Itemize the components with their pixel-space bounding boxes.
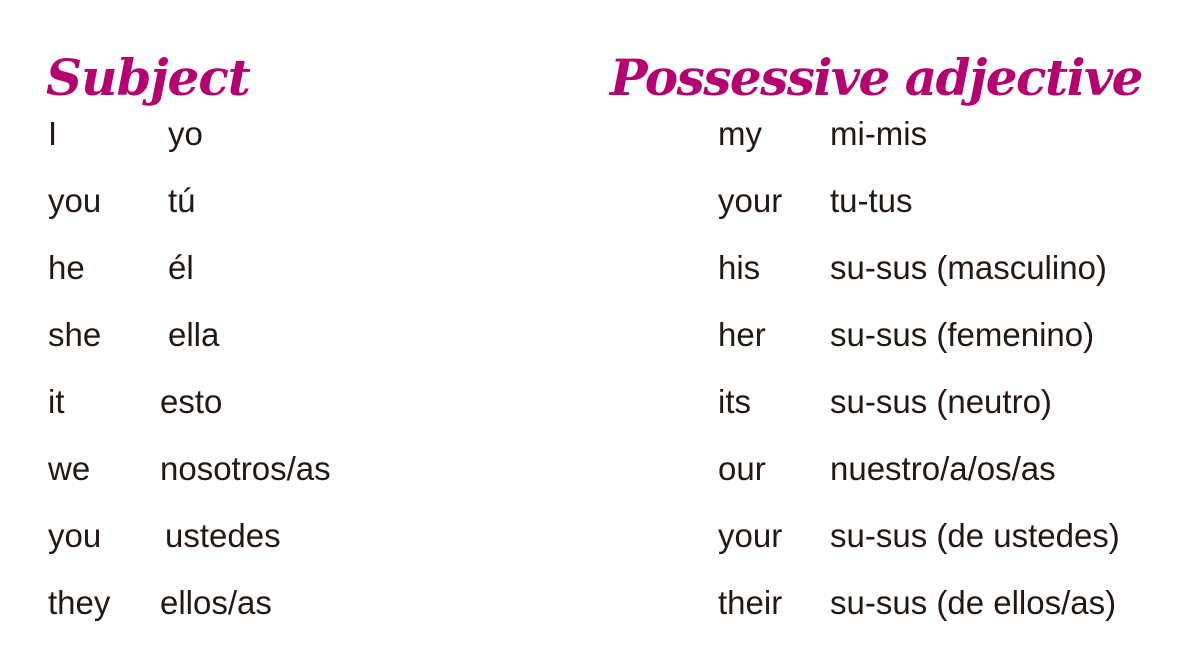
english-possessive: her — [718, 316, 766, 353]
english-possessive: its — [718, 383, 751, 420]
english-pronoun: he — [48, 249, 85, 286]
english-pronoun: we — [48, 450, 91, 487]
spanish-pronoun: yo — [168, 115, 203, 152]
english-pronoun: they — [48, 584, 111, 621]
english-possessive: my — [718, 115, 762, 152]
possessive-adjective-heading: Possessive adjective — [610, 48, 1143, 107]
spanish-possessive: su-sus (femenino) — [830, 316, 1095, 353]
spanish-possessive: nuestro/a/os/as — [830, 450, 1056, 487]
english-possessive: their — [718, 584, 783, 621]
spanish-pronoun: ella — [168, 316, 220, 353]
subject-heading: Subject — [46, 48, 251, 107]
english-possessive: his — [718, 249, 761, 286]
english-possessive: your — [718, 517, 783, 554]
spanish-pronoun: él — [168, 249, 194, 286]
spanish-pronoun: ustedes — [165, 517, 281, 554]
spanish-pronoun: tú — [168, 182, 196, 219]
spanish-pronoun: ellos/as — [160, 584, 272, 621]
spanish-possessive: su-sus (neutro) — [830, 383, 1052, 420]
english-pronoun: you — [48, 517, 102, 554]
english-possessive: our — [718, 450, 766, 487]
spanish-pronoun: nosotros/as — [160, 450, 331, 487]
english-pronoun: you — [48, 182, 102, 219]
spanish-possessive: mi-mis — [830, 115, 928, 152]
english-pronoun: she — [48, 316, 102, 353]
english-pronoun: it — [48, 383, 65, 420]
spanish-possessive: su-sus (de ustedes) — [830, 517, 1120, 554]
spanish-possessive: tu-tus — [830, 182, 913, 219]
spanish-possessive: su-sus (de ellos/as) — [830, 584, 1117, 621]
english-pronoun: I — [48, 115, 58, 152]
spanish-possessive: su-sus (masculino) — [830, 249, 1107, 286]
english-possessive: your — [718, 182, 783, 219]
spanish-pronoun: esto — [160, 383, 223, 420]
